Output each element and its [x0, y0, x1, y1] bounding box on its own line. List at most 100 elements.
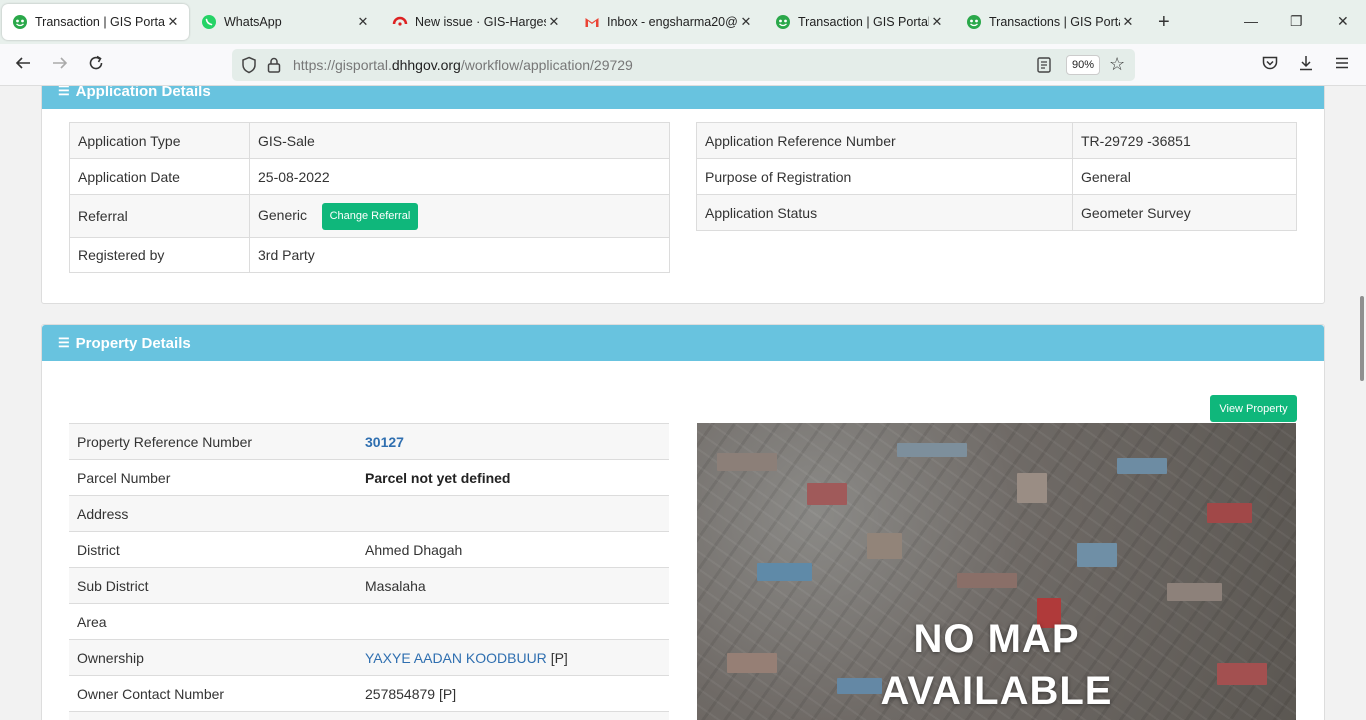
close-icon[interactable]: ✕ — [546, 14, 562, 30]
menu-icon[interactable] — [1334, 54, 1350, 77]
bookmark-star-icon[interactable]: ☆ — [1109, 54, 1125, 75]
url-domain: dhhgov.org — [391, 57, 461, 73]
shield-icon[interactable] — [240, 56, 258, 79]
row-label: Purpose of Registration — [696, 158, 1073, 195]
row-value — [357, 711, 669, 720]
row-value: Geometer Survey — [1072, 194, 1297, 231]
no-map-text-line1: NO MAP — [913, 617, 1080, 661]
reader-view-icon[interactable] — [1036, 56, 1052, 79]
property-details-header: ☰ Property Details — [42, 325, 1324, 361]
row-value: 257854879 [P] — [357, 675, 669, 712]
gitlab-icon — [392, 14, 408, 30]
table-row — [69, 711, 669, 720]
no-map-text-line2: AVAILABLE — [880, 669, 1113, 713]
owner-name-link[interactable]: YAXYE AADAN KOODBUUR — [365, 650, 547, 666]
section-title: Application Details — [75, 86, 211, 100]
page-content: ☰ Application Details Application Type G… — [0, 86, 1366, 720]
referral-cell: Generic Change Referral — [249, 194, 670, 238]
row-label: Owner Contact Number — [69, 675, 357, 712]
forward-arrow-icon[interactable] — [51, 54, 69, 76]
row-label: Registered by — [69, 237, 250, 273]
restore-icon[interactable]: ❐ — [1290, 13, 1303, 30]
row-label: Ownership — [69, 639, 357, 676]
row-label: Application Status — [696, 194, 1073, 231]
row-label: Property Reference Number — [69, 423, 357, 460]
row-value: Masalaha — [357, 567, 669, 604]
row-label: District — [69, 531, 357, 568]
close-icon[interactable]: ✕ — [929, 14, 945, 30]
table-row: Sub District Masalaha — [69, 567, 669, 604]
row-label: Address — [69, 495, 357, 532]
zoom-level-badge[interactable]: 90% — [1066, 55, 1101, 75]
tab-title: Inbox - engsharma20@gm — [607, 15, 738, 29]
download-icon[interactable] — [1297, 54, 1315, 77]
tab-title: Transaction | GIS Portal — [35, 15, 165, 29]
table-row: Address — [69, 495, 669, 532]
table-row: District Ahmed Dhagah — [69, 531, 669, 568]
gmail-icon — [584, 14, 600, 30]
url-path: /workflow/application/29729 — [460, 57, 633, 73]
tab-new-issue[interactable]: New issue · GIS-Hargesia ✕ — [382, 4, 570, 40]
tab-transactions-gis-portal[interactable]: Transactions | GIS Portal ✕ — [956, 4, 1144, 40]
lock-icon[interactable] — [266, 56, 282, 79]
url-text: https://gisportal.dhhgov.org/workflow/ap… — [293, 57, 633, 73]
close-icon[interactable]: ✕ — [165, 14, 181, 30]
minimize-icon[interactable]: — — [1244, 13, 1258, 29]
property-details-table: Property Reference Number 30127 Parcel N… — [69, 423, 669, 720]
reload-icon[interactable] — [87, 54, 105, 76]
row-value: 3rd Party — [249, 237, 670, 273]
row-label: Area — [69, 603, 357, 640]
back-arrow-icon[interactable] — [14, 54, 32, 76]
property-reference-link[interactable]: 30127 — [357, 423, 669, 460]
page-scrollbar[interactable] — [1360, 296, 1364, 381]
new-tab-plus-icon[interactable]: + — [1158, 12, 1170, 32]
table-row: Property Reference Number 30127 — [69, 423, 669, 460]
table-row: Application Reference Number TR-29729 -3… — [696, 122, 1297, 159]
owner-type-suffix: [P] — [550, 649, 568, 666]
row-value: GIS-Sale — [249, 122, 670, 159]
address-bar[interactable]: https://gisportal.dhhgov.org/workflow/ap… — [232, 49, 1135, 81]
list-icon: ☰ — [58, 86, 70, 98]
row-label — [69, 711, 357, 720]
window-close-icon[interactable]: ✕ — [1337, 13, 1349, 30]
tab-title: New issue · GIS-Hargesia — [415, 15, 546, 29]
gis-portal-icon — [966, 14, 982, 30]
row-label: Parcel Number — [69, 459, 357, 496]
tab-bar: Transaction | GIS Portal ✕ WhatsApp ✕ Ne… — [0, 0, 1366, 44]
table-row: Application Status Geometer Survey — [696, 194, 1297, 231]
application-details-right-table: Application Reference Number TR-29729 -3… — [696, 122, 1297, 231]
whatsapp-icon — [201, 14, 217, 30]
tab-title: Transactions | GIS Portal — [989, 15, 1120, 29]
row-value: General — [1072, 158, 1297, 195]
row-value: TR-29729 -36851 — [1072, 122, 1297, 159]
url-prefix: https://gisportal. — [293, 57, 392, 73]
tab-transaction-gis-portal-2[interactable]: Transaction | GIS Portal ✕ — [765, 4, 953, 40]
table-row: Parcel Number Parcel not yet defined — [69, 459, 669, 496]
tab-gmail-inbox[interactable]: Inbox - engsharma20@gm ✕ — [574, 4, 762, 40]
tab-whatsapp[interactable]: WhatsApp ✕ — [191, 4, 379, 40]
row-value: 25-08-2022 — [249, 158, 670, 195]
row-value: Parcel not yet defined — [357, 459, 669, 496]
pocket-icon[interactable] — [1261, 54, 1279, 77]
row-label: Application Date — [69, 158, 250, 195]
view-property-button[interactable]: View Property — [1210, 395, 1297, 422]
row-label: Referral — [69, 194, 250, 238]
close-icon[interactable]: ✕ — [1120, 14, 1136, 30]
gis-portal-icon — [12, 14, 28, 30]
table-row: Ownership YAXYE AADAN KOODBUUR [P] — [69, 639, 669, 676]
close-icon[interactable]: ✕ — [355, 14, 371, 30]
ownership-cell: YAXYE AADAN KOODBUUR [P] — [357, 639, 669, 676]
tab-transaction-gis-portal[interactable]: Transaction | GIS Portal ✕ — [2, 4, 189, 40]
close-icon[interactable]: ✕ — [738, 14, 754, 30]
navigation-bar: https://gisportal.dhhgov.org/workflow/ap… — [0, 44, 1366, 86]
table-row: Purpose of Registration General — [696, 158, 1297, 195]
table-row: Application Type GIS-Sale — [69, 122, 670, 159]
change-referral-button[interactable]: Change Referral — [321, 202, 418, 230]
list-icon: ☰ — [58, 335, 70, 350]
row-label: Application Reference Number — [696, 122, 1073, 159]
map-placeholder-image: NO MAP AVAILABLE — [697, 423, 1296, 720]
application-details-header: ☰ Application Details — [42, 86, 1324, 109]
table-row: Application Date 25-08-2022 — [69, 158, 670, 195]
tab-title: Transaction | GIS Portal — [798, 15, 929, 29]
row-label: Sub District — [69, 567, 357, 604]
